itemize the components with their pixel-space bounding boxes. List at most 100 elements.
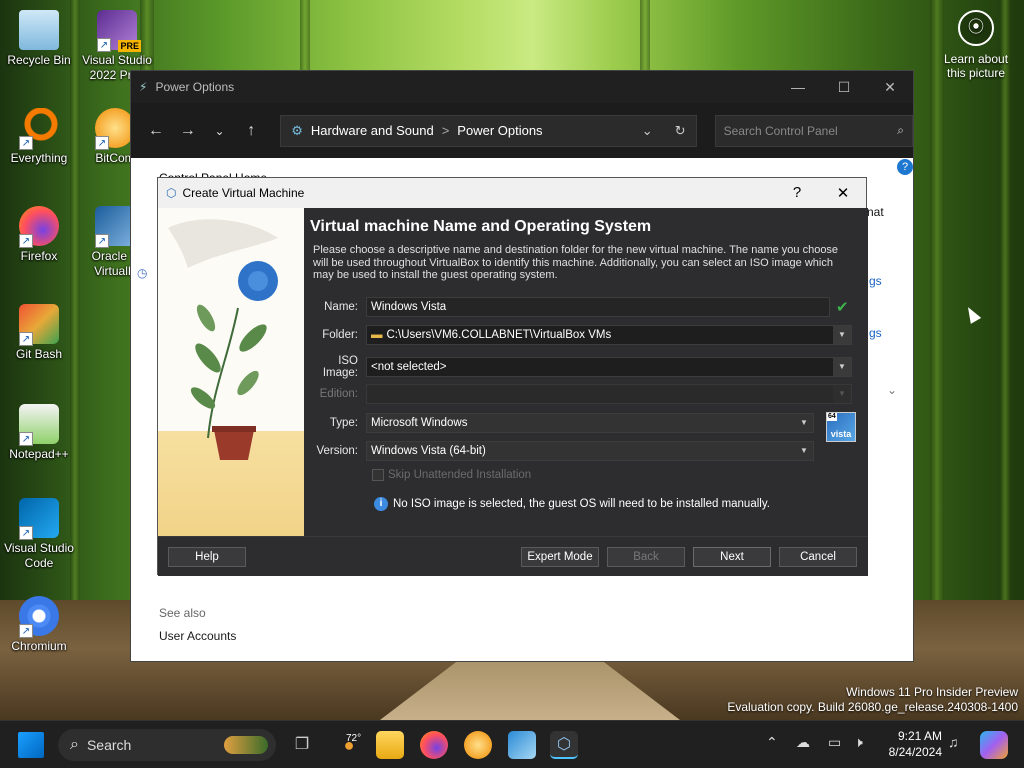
address-bar[interactable]: ⚙ Hardware and Sound > Power Options ⌄ ↻ <box>280 114 697 147</box>
desktop-icon-label: Everything <box>10 151 68 165</box>
search-icon: ⌕ <box>897 123 904 137</box>
obscured-link-fragment[interactable]: gs <box>869 274 882 288</box>
start-button[interactable] <box>18 732 44 758</box>
desktop-icon-git-bash[interactable]: ↗ Git Bash <box>4 304 74 362</box>
maximize-button[interactable]: ☐ <box>821 79 867 96</box>
close-button[interactable]: ✕ <box>867 79 913 96</box>
name-input[interactable]: Windows Vista <box>366 297 830 317</box>
iso-image-selector[interactable]: <not selected> ▼ <box>366 357 852 377</box>
desktop-icon-label: BitCom <box>95 151 135 165</box>
help-button[interactable]: Help <box>168 547 246 567</box>
info-text: No ISO image is selected, the guest OS w… <box>393 498 770 510</box>
edition-row: Edition: ▼ <box>304 384 868 404</box>
type-dropdown-icon[interactable]: ▼ <box>795 414 813 432</box>
shortcut-arrow-icon: ↗ <box>19 136 33 150</box>
folder-row: Folder: ▬ C:\Users\VM6.COLLABNET\Virtual… <box>304 325 868 345</box>
virtualbox-taskbar-icon[interactable]: ⬡ <box>550 731 578 759</box>
minimize-button[interactable]: — <box>775 79 821 96</box>
learn-about-picture[interactable]: ⦿ Learn about this picture <box>936 10 1016 80</box>
window-title: Power Options <box>155 80 235 94</box>
recent-chevron-icon[interactable]: ⌄ <box>209 124 231 138</box>
context-help-button[interactable]: ? <box>774 184 820 202</box>
cancel-button[interactable]: Cancel <box>779 547 857 567</box>
iso-info-message: i No ISO image is selected, the guest OS… <box>374 497 770 511</box>
refresh-icon[interactable]: ↻ <box>675 123 686 139</box>
up-arrow-icon[interactable]: ↑ <box>240 122 262 140</box>
name-value: Windows Vista <box>371 301 447 313</box>
see-also-heading: See also <box>159 606 206 620</box>
taskbar-search[interactable]: ⌕ Search <box>58 729 276 761</box>
desktop-icon-recycle-bin[interactable]: Recycle Bin <box>4 10 74 68</box>
copilot-icon[interactable] <box>980 731 1008 759</box>
expert-mode-button[interactable]: Expert Mode <box>521 547 599 567</box>
notification-bell-icon[interactable]: ♫ <box>948 734 959 750</box>
iso-value: <not selected> <box>371 361 447 373</box>
bitcomet-icon: ↗ <box>95 108 135 150</box>
iso-label: ISO Image: <box>322 355 358 379</box>
desktop-icon-firefox[interactable]: ↗ Firefox <box>4 206 74 264</box>
version-select[interactable]: Windows Vista (64-bit) ▼ <box>366 441 814 461</box>
valid-check-icon: ✔ <box>836 299 849 316</box>
desktop-icon-chromium[interactable]: ↗ Chromium <box>4 596 74 654</box>
dialog-button-bar: Help Expert Mode Back Next Cancel <box>158 536 868 576</box>
type-select[interactable]: Microsoft Windows ▼ <box>366 413 814 433</box>
virtualbox-icon: ⬡ <box>166 186 177 200</box>
iso-row: ISO Image: <not selected> ▼ <box>304 355 868 379</box>
help-icon[interactable]: ? <box>897 159 913 175</box>
taskbar: ⌕ Search ❐ ● 72° ⬡ ⌃ ☁ ▭ 🕨 9:21 AM 8/24/… <box>0 720 1024 768</box>
vscode-icon: ↗ <box>19 498 59 540</box>
file-explorer-icon[interactable] <box>376 731 404 759</box>
show-hidden-icons-chevron[interactable]: ⌃ <box>766 734 778 751</box>
power-options-app-icon: ⚡ <box>139 80 148 94</box>
shortcut-arrow-icon: ↗ <box>97 38 111 52</box>
notepadpp-icon: ↗ <box>19 404 59 446</box>
power-options-titlebar: ⚡ Power Options — ☐ ✕ <box>131 71 913 103</box>
back-arrow-icon[interactable]: ← <box>145 122 167 140</box>
preview-badge: PRE <box>118 40 141 52</box>
iso-dropdown-icon[interactable]: ▼ <box>833 358 851 376</box>
weather-temp: 72° <box>346 733 362 744</box>
control-panel-taskbar-icon[interactable] <box>508 731 536 759</box>
skip-unattended-checkbox: Skip Unattended Installation <box>372 469 531 481</box>
shortcut-arrow-icon: ↗ <box>19 432 33 446</box>
clock[interactable]: 9:21 AM 8/24/2024 <box>884 728 942 760</box>
obscured-link-fragment[interactable]: gs <box>869 326 882 340</box>
chromium-icon: ↗ <box>19 596 59 638</box>
address-dropdown-icon[interactable]: ⌄ <box>642 123 653 139</box>
next-button[interactable]: Next <box>693 547 771 567</box>
dialog-close-button[interactable]: ✕ <box>820 184 866 202</box>
desktop-icon-notepadpp[interactable]: ↗ Notepad++ <box>4 404 74 462</box>
folder-selector[interactable]: ▬ C:\Users\VM6.COLLABNET\VirtualBox VMs … <box>366 325 852 345</box>
type-row: Type: Microsoft Windows ▼ <box>304 413 868 433</box>
mouse-cursor <box>962 304 982 324</box>
type-value: Microsoft Windows <box>371 417 468 429</box>
camera-icon: ⦿ <box>958 10 994 46</box>
bitcomet-taskbar-icon[interactable] <box>464 731 492 759</box>
search-control-panel-input[interactable]: Search Control Panel ⌕ <box>714 114 913 147</box>
forward-arrow-icon[interactable]: → <box>177 122 199 140</box>
folder-dropdown-icon[interactable]: ▼ <box>833 326 851 344</box>
dialog-titlebar: ⬡ Create Virtual Machine ? ✕ <box>158 178 866 208</box>
recycle-bin-icon <box>19 10 59 50</box>
volume-muted-icon[interactable]: 🕨 <box>854 734 863 751</box>
potted-plant-illustration <box>168 219 278 460</box>
version-dropdown-icon[interactable]: ▼ <box>795 442 813 460</box>
task-view-icon[interactable]: ❐ <box>288 731 316 759</box>
skip-unattended-label: Skip Unattended Installation <box>388 469 532 481</box>
weather-widget[interactable]: ● 72° <box>332 731 366 759</box>
expand-chevron-icon[interactable]: ⌄ <box>887 383 897 397</box>
git-bash-icon: ↗ <box>19 304 59 346</box>
clock-time: 9:21 AM <box>897 729 942 743</box>
desktop-icon-everything[interactable]: ↗ Everything <box>4 108 74 166</box>
firefox-taskbar-icon[interactable] <box>420 731 448 759</box>
user-accounts-link[interactable]: User Accounts <box>159 629 236 643</box>
desktop-icon-vscode[interactable]: ↗ Visual Studio Code <box>4 498 74 571</box>
wizard-content: Virtual machine Name and Operating Syste… <box>304 208 868 536</box>
breadcrumb-power-options[interactable]: Power Options <box>457 123 542 138</box>
network-icon[interactable]: ☁ <box>796 734 810 751</box>
dialog-title: Create Virtual Machine <box>182 186 305 200</box>
wizard-description: Please choose a descriptive name and des… <box>313 244 839 281</box>
breadcrumb-hardware-and-sound[interactable]: Hardware and Sound <box>311 123 434 138</box>
display-icon[interactable]: ▭ <box>828 734 841 751</box>
sidebar-clock-icon: ◷ <box>137 266 148 280</box>
